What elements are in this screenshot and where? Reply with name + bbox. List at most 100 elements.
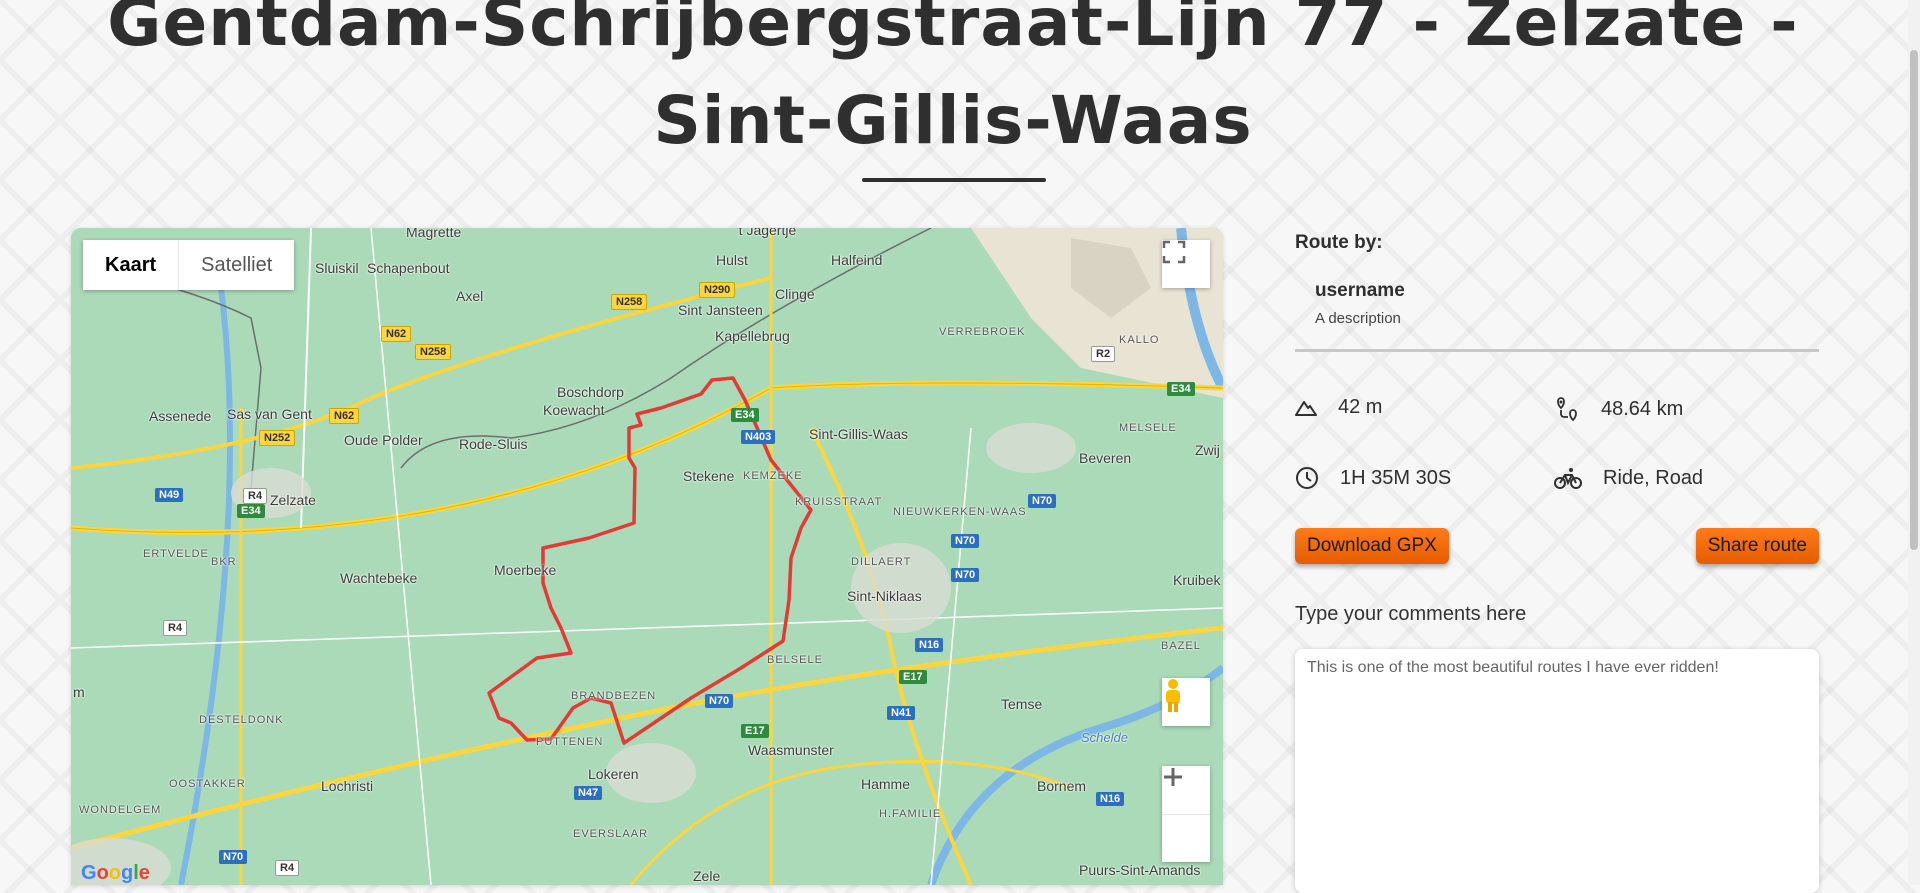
place-label: Sint Jansteen: [678, 302, 763, 318]
place-label: Sint-Niklaas: [847, 588, 922, 604]
road-shield: N258: [611, 294, 648, 310]
place-label: Kruibek: [1173, 572, 1221, 588]
place-label: Bornem: [1037, 778, 1087, 794]
duration-value: 1H 35M 30S: [1340, 466, 1452, 489]
road-shield: N49: [155, 488, 184, 502]
place-label: VERREBROEK: [939, 326, 1026, 338]
comments-input[interactable]: This is one of the most beautiful routes…: [1295, 649, 1819, 893]
zoom-out-button[interactable]: [1162, 775, 1210, 863]
google-logo: Google: [81, 862, 150, 884]
place-label: Hamme: [861, 776, 911, 792]
road-shield: N70: [1028, 494, 1057, 508]
zoom-control: [1162, 766, 1210, 862]
place-label: Zwij: [1195, 442, 1220, 458]
clock-icon: [1296, 467, 1318, 489]
author-username[interactable]: username: [1315, 280, 1405, 302]
place-label: ERTVELDE: [143, 548, 209, 560]
elevation-stat: 42 m: [1295, 396, 1382, 419]
place-label: Halfeind: [831, 252, 883, 268]
map-type-kaart-button[interactable]: Kaart: [83, 240, 179, 290]
author-description: A description: [1315, 310, 1401, 327]
place-label: Puurs-Sint-Amands: [1079, 862, 1201, 878]
page-title: Gentdam-Schrijbergstraat-Lijn 77 - Zelza…: [107, 0, 1799, 159]
scrollbar-thumb[interactable]: [1910, 50, 1918, 550]
bicycle-icon: [1554, 468, 1582, 489]
place-label: BELSELE: [767, 654, 823, 666]
place-label: BRANDBEZEN: [571, 690, 657, 702]
place-label: Magrette: [406, 228, 462, 240]
road-shield: N70: [219, 850, 248, 864]
page-scrollbar[interactable]: [1908, 0, 1920, 885]
road-shield: R4: [243, 488, 268, 504]
zoom-out-icon: [1164, 775, 1182, 779]
place-label: H.FAMILIE: [879, 808, 942, 820]
road-shield: N252: [259, 430, 296, 446]
map-type-satelliet-button[interactable]: Satelliet: [178, 240, 295, 290]
place-label: Boschdorp: [557, 384, 624, 400]
road-shield: N47: [574, 786, 603, 800]
place-label: Axel: [456, 288, 484, 304]
place-label: Waasmunster: [748, 742, 834, 758]
mountain-icon: [1295, 400, 1317, 416]
road-shield: N70: [951, 534, 980, 548]
place-label: BAZEL: [1161, 640, 1201, 652]
road-shield: E34: [237, 504, 265, 518]
title-underline: [862, 178, 1046, 182]
place-label: EVERSLAAR: [573, 828, 649, 840]
road-shield: N258: [415, 344, 452, 360]
route-map[interactable]: Kaart Satelliet Magrette 't Jagertje Hul…: [71, 228, 1223, 885]
place-label: BKR: [211, 556, 237, 568]
street-view-button[interactable]: [1162, 678, 1210, 726]
place-label: Sluiskil: [315, 260, 359, 276]
road-shield: N41: [887, 706, 916, 720]
place-label: KRUISSTRAAT: [795, 496, 883, 508]
place-label: Temse: [1001, 696, 1043, 712]
pegman-icon: [1166, 679, 1180, 712]
fullscreen-button[interactable]: [1162, 240, 1210, 288]
place-label: Rode-Sluis: [459, 436, 528, 452]
road-shield: N70: [951, 568, 980, 582]
place-label: Lochristi: [321, 778, 374, 794]
place-label: Kapellebrug: [715, 328, 790, 344]
share-route-button[interactable]: Share route: [1695, 528, 1819, 564]
river-label: Schelde: [1081, 730, 1128, 745]
road-shield: R4: [163, 620, 188, 636]
place-label: Zele: [693, 868, 721, 884]
place-label: NIEUWKERKEN-WAAS: [893, 506, 1027, 518]
place-label: Zelzate: [270, 492, 316, 508]
road-shield: N16: [915, 638, 944, 652]
place-label: PUTTENEN: [536, 736, 604, 748]
place-label: Beveren: [1079, 450, 1132, 466]
fullscreen-icon: [1162, 240, 1186, 264]
elevation-value: 42 m: [1338, 396, 1383, 418]
duration-stat: 1H 35M 30S: [1295, 466, 1451, 490]
place-label: Oude Polder: [344, 432, 423, 448]
activity-value: Ride, Road: [1603, 466, 1704, 489]
place-label: Clinge: [775, 286, 815, 302]
place-label: Moerbeke: [494, 562, 557, 578]
sidebar-divider: [1295, 349, 1819, 352]
download-gpx-button[interactable]: Download GPX: [1295, 528, 1449, 564]
place-label: Lokeren: [588, 766, 639, 782]
road-shield: N62: [381, 326, 412, 342]
place-label: Hulst: [716, 252, 748, 268]
place-label: Stekene: [683, 468, 735, 484]
place-label: KEMZEKE: [743, 470, 803, 482]
place-label: Sas van Gent: [227, 406, 312, 422]
place-label: 't Jagertje: [736, 228, 797, 238]
distance-value: 48.64 km: [1601, 397, 1684, 420]
road-shield: R2: [1091, 346, 1116, 362]
place-label: WONDELGEM: [79, 804, 162, 816]
place-label: Koewacht: [543, 402, 605, 418]
route-by-label: Route by:: [1295, 232, 1383, 253]
road-shield: N290: [699, 282, 736, 298]
comments-label: Type your comments here: [1295, 603, 1527, 625]
road-shield: E17: [741, 724, 769, 738]
place-label: Assenede: [149, 408, 212, 424]
road-shield: R4: [275, 860, 300, 876]
place-label: KALLO: [1119, 334, 1160, 346]
place-label: DESTELDONK: [199, 714, 284, 726]
place-label: MELSELE: [1119, 422, 1177, 434]
road-shield: N70: [705, 694, 734, 708]
road-shield: N403: [741, 430, 776, 444]
